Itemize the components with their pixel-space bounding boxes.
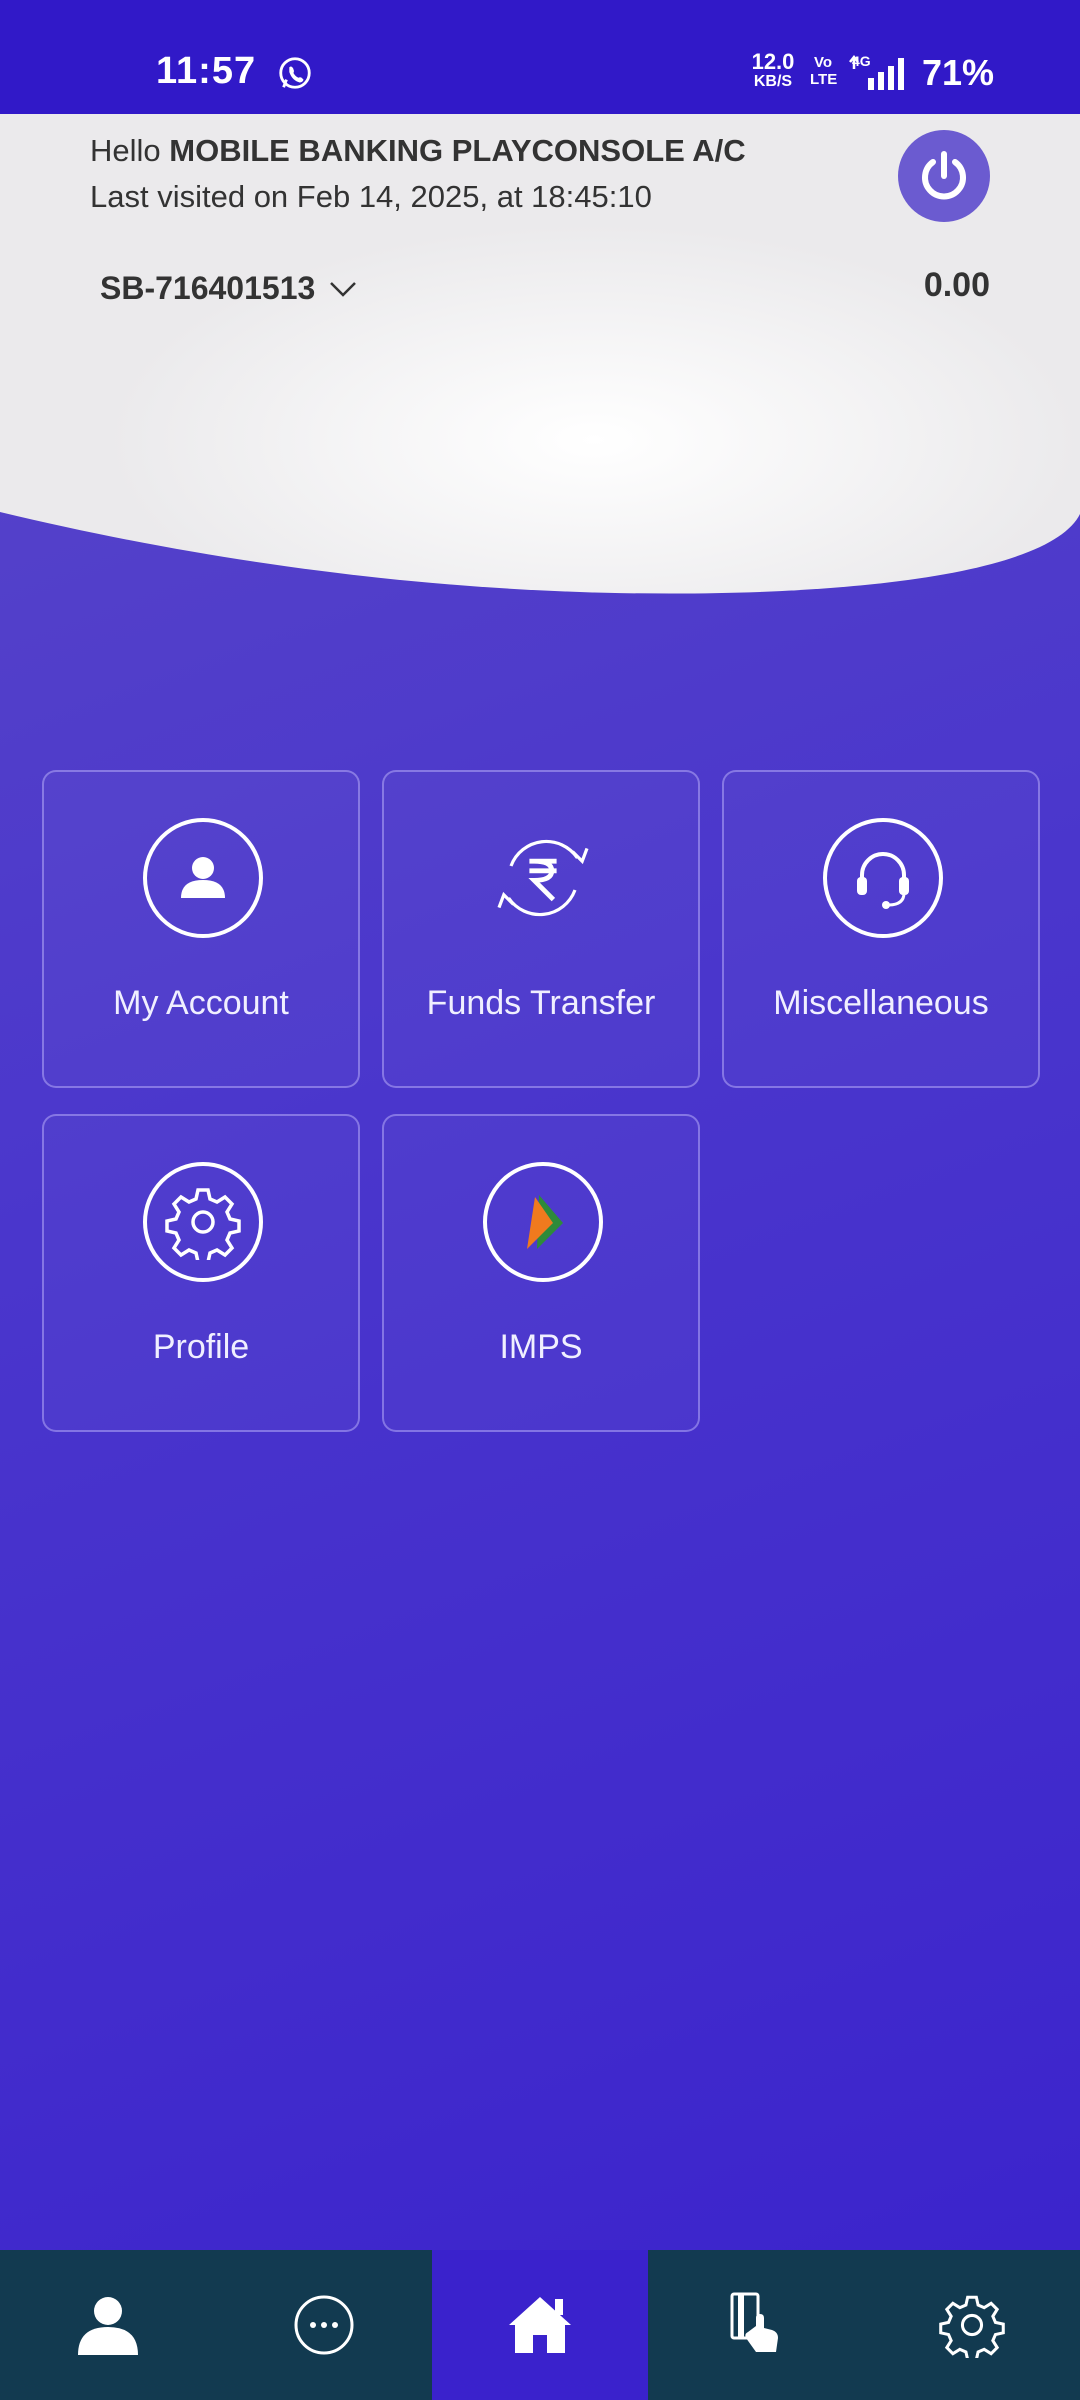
user-name: MOBILE BANKING PLAYCONSOLE A/C <box>169 133 746 168</box>
account-number: SB-716401513 <box>100 270 316 306</box>
chevron-down-icon <box>330 281 357 297</box>
rupee-transfer-icon <box>497 839 589 917</box>
network-speed-unit: KB/S <box>753 73 793 90</box>
nav-more[interactable] <box>216 2250 432 2400</box>
tile-label: Miscellaneous <box>773 984 989 1022</box>
tile-profile[interactable]: Profile <box>42 1114 360 1432</box>
gear-icon <box>165 1188 241 1260</box>
greeting-prefix: Hello <box>90 133 170 168</box>
settings-icon <box>939 2295 1005 2358</box>
tile-icon-circle <box>823 818 943 938</box>
tile-icon-circle <box>143 818 263 938</box>
user-icon <box>78 2297 138 2355</box>
greeting-line: Hello MOBILE BANKING PLAYCONSOLE A/C <box>90 128 746 174</box>
home-icon <box>509 2297 571 2353</box>
status-bar: 11:57 12.0 KB/S Vo LTE 4G 71% <box>0 0 1080 114</box>
imps-logo-icon <box>527 1195 563 1249</box>
tile-label: IMPS <box>499 1328 583 1366</box>
nav-home[interactable] <box>432 2250 648 2400</box>
account-selector[interactable]: SB-716401513 <box>100 270 357 307</box>
tile-icon-circle <box>483 1162 603 1282</box>
status-time: 11:57 <box>156 50 257 92</box>
volte-indicator: Vo LTE <box>810 54 838 88</box>
tile-imps[interactable]: IMPS <box>382 1114 700 1432</box>
bottom-navigation <box>0 2250 1080 2400</box>
tile-label: Funds Transfer <box>426 984 656 1022</box>
account-balance: 0.00 <box>923 266 990 304</box>
tile-my-account[interactable]: My Account <box>42 770 360 1088</box>
tile-icon-circle <box>143 1162 263 1282</box>
last-visited: Last visited on Feb 14, 2025, at 18:45:1… <box>90 179 652 214</box>
whatsapp-icon <box>279 57 311 89</box>
greeting: Hello MOBILE BANKING PLAYCONSOLE A/C Las… <box>90 128 746 220</box>
volte-top: Vo <box>813 54 833 71</box>
user-icon <box>181 857 225 898</box>
tile-label: Profile <box>152 1328 250 1366</box>
account-header: Hello MOBILE BANKING PLAYCONSOLE A/C Las… <box>0 114 1080 614</box>
volte-bottom: LTE <box>810 71 838 88</box>
network-speed-value: 12.0 <box>751 49 795 74</box>
battery-level: 71% <box>922 52 995 93</box>
power-icon <box>922 151 966 200</box>
tile-miscellaneous[interactable]: Miscellaneous <box>722 770 1040 1088</box>
card-tap-icon <box>730 2292 778 2352</box>
tile-label: My Account <box>113 984 289 1022</box>
more-icon <box>294 2295 354 2355</box>
nav-card-tap[interactable] <box>648 2250 864 2400</box>
logout-button[interactable] <box>898 130 990 222</box>
nav-user[interactable] <box>0 2250 216 2400</box>
tile-icon-circle <box>483 818 603 938</box>
network-speed: 12.0 KB/S <box>748 49 798 92</box>
tile-funds-transfer[interactable]: Funds Transfer <box>382 770 700 1088</box>
nav-settings[interactable] <box>864 2250 1080 2400</box>
headset-icon <box>857 852 909 909</box>
signal-icon: 4G <box>849 53 904 90</box>
